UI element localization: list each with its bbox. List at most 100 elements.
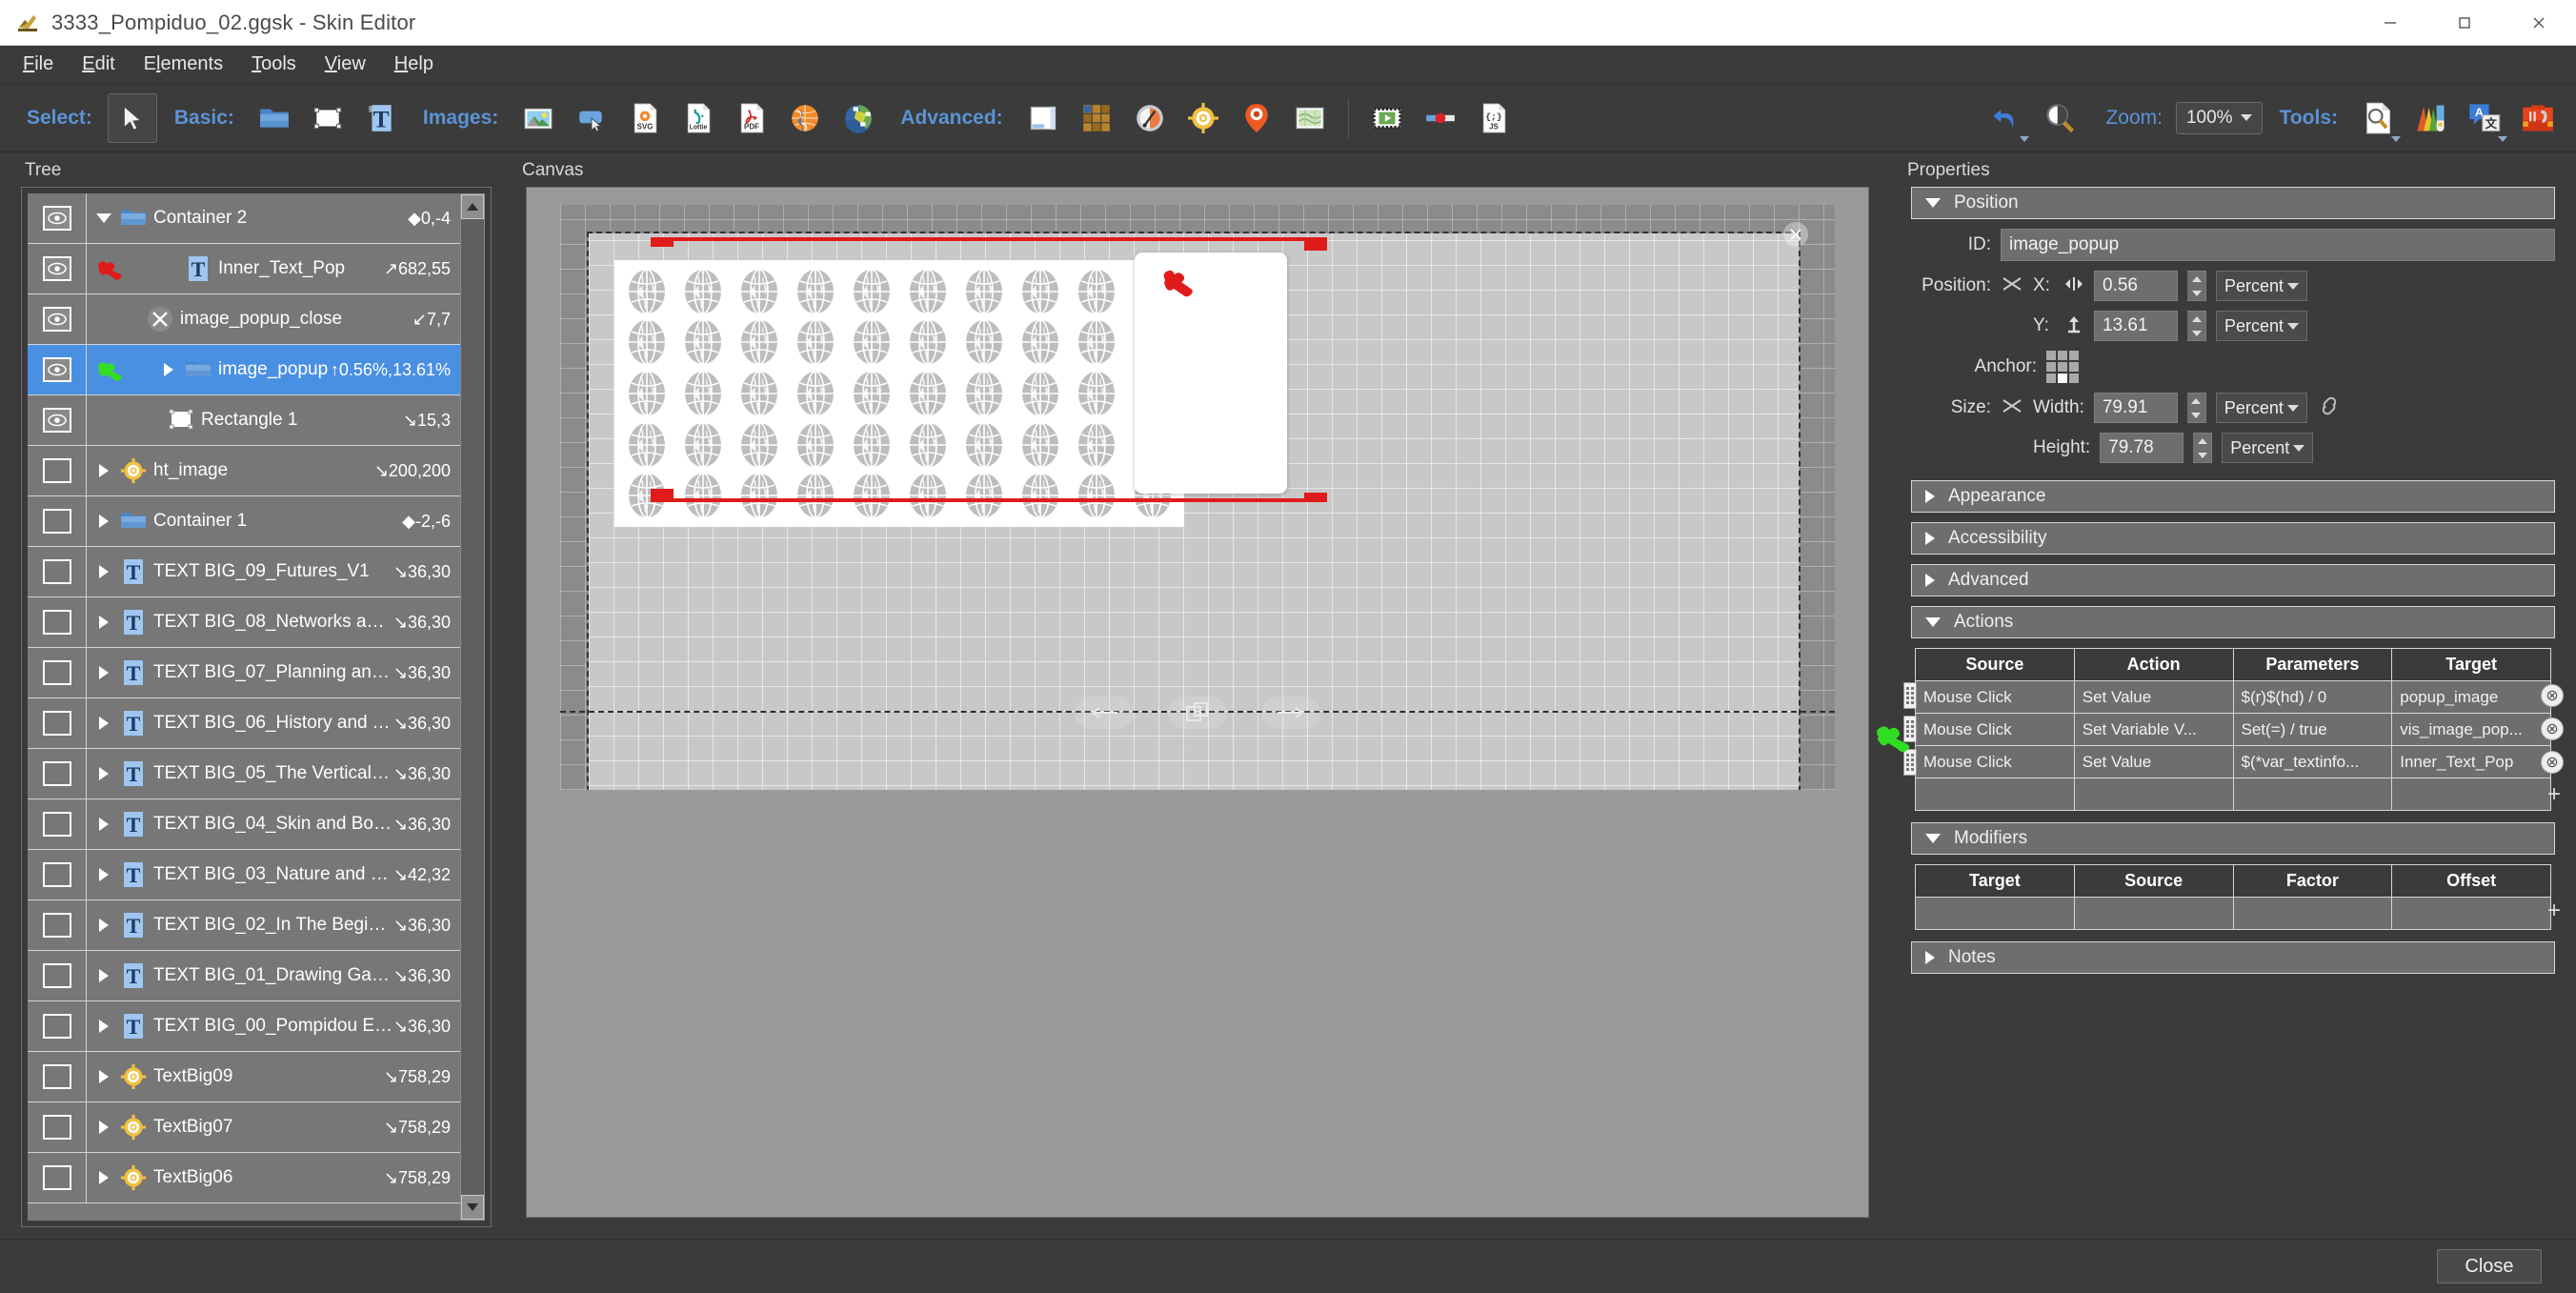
table-cell[interactable]: Mouse Click	[1915, 745, 2075, 778]
globe-icon[interactable]	[787, 266, 843, 317]
globe-icon[interactable]	[618, 419, 674, 471]
globe-icon[interactable]	[843, 266, 899, 317]
minimize-icon[interactable]	[2353, 0, 2427, 46]
position-link-icon[interactable]	[2001, 274, 2023, 298]
visibility-toggle-on[interactable]	[28, 345, 87, 394]
actions-table[interactable]: Source Action Parameters Target Mouse Click…	[1915, 648, 2551, 811]
tree-row[interactable]: T TEXT BIG_01_Drawing Gallery_...↘36,30	[28, 951, 460, 1001]
table-cell-empty[interactable]	[2232, 778, 2393, 811]
tree-row-content[interactable]: ht_image	[87, 456, 374, 485]
width-stepper[interactable]	[2186, 393, 2206, 423]
tree-row-content[interactable]: Container 2	[87, 204, 408, 232]
canvas-grid[interactable]	[560, 205, 1835, 790]
globe-icon[interactable]	[899, 266, 956, 317]
y-unit-select[interactable]: Percent	[2216, 311, 2307, 341]
image-icon[interactable]	[513, 93, 563, 143]
magnifier-preview-icon[interactable]	[2035, 93, 2084, 143]
popup-close-icon[interactable]	[1783, 222, 1808, 247]
map-thumbnail-icon[interactable]	[1285, 93, 1335, 143]
visibility-toggle-off[interactable]	[28, 648, 87, 697]
tree-row-content[interactable]: T TEXT BIG_05_The Vertical City_V4	[87, 759, 393, 788]
table-cell[interactable]: Set Variable V...	[2073, 713, 2234, 746]
menu-elements[interactable]: Elements	[131, 50, 236, 79]
close-button[interactable]: Close	[2437, 1249, 2542, 1283]
chevron-down-icon[interactable]	[94, 213, 113, 223]
tree-row[interactable]: TextBig09 ↘758,29	[28, 1052, 460, 1102]
globe-thumbnail-grid[interactable]	[614, 260, 1184, 527]
tree-row-content[interactable]: T TEXT BIG_02_In The Beginning_...	[87, 911, 393, 939]
globe-icon[interactable]	[1012, 368, 1068, 419]
table-row[interactable]: Mouse Click Set Value $(r)$(hd) / 0 popup_i…	[1915, 680, 2551, 714]
menu-edit[interactable]: Edit	[69, 50, 128, 79]
table-row-empty[interactable]	[1915, 778, 2551, 811]
chevron-right-icon[interactable]	[94, 565, 113, 578]
grid-tiles-icon[interactable]	[1072, 93, 1121, 143]
table-cell[interactable]: $(*var_textinfo...	[2232, 745, 2393, 778]
inspect-file-icon[interactable]	[2353, 93, 2403, 143]
table-cell-empty[interactable]	[1915, 778, 2075, 811]
tree-row[interactable]: Container 2 ◆0,-4	[28, 193, 460, 244]
globe-icon[interactable]	[1068, 266, 1124, 317]
table-cell[interactable]: popup_image	[2391, 680, 2551, 714]
table-cell[interactable]: vis_image_pop...	[2391, 713, 2551, 746]
chevron-right-icon[interactable]	[94, 616, 113, 629]
globe-icon[interactable]	[843, 470, 899, 521]
visibility-toggle-on[interactable]	[28, 193, 87, 243]
visibility-toggle-on[interactable]	[28, 294, 87, 344]
chevron-right-icon[interactable]	[94, 1171, 113, 1184]
globe-icon[interactable]	[731, 470, 787, 521]
chevron-right-icon[interactable]	[94, 717, 113, 730]
visibility-toggle-off[interactable]	[28, 1102, 87, 1152]
chevron-down-icon[interactable]	[2020, 135, 2030, 142]
id-field[interactable]: image_popup	[2001, 229, 2555, 261]
map-pin-icon[interactable]	[1232, 93, 1281, 143]
x-input[interactable]: 0.56	[2094, 271, 2178, 301]
tree-row-content[interactable]: image_popup_close	[87, 305, 413, 333]
globe-icon[interactable]	[1012, 419, 1068, 471]
globe-icon[interactable]	[787, 368, 843, 419]
visibility-toggle-off[interactable]	[28, 1001, 87, 1051]
tree-row[interactable]: ht_image ↘200,200	[28, 446, 460, 496]
js-file-icon[interactable]: {;} JS	[1469, 93, 1519, 143]
slider-icon[interactable]	[1416, 93, 1465, 143]
tree-row[interactable]: T TEXT BIG_04_Skin and Bones_V3↘36,30	[28, 799, 460, 850]
visibility-toggle-off[interactable]	[28, 597, 87, 647]
nav-next-button[interactable]	[1261, 697, 1320, 729]
table-cell[interactable]: Mouse Click	[1915, 713, 2075, 746]
scroll-down-button[interactable]	[461, 1195, 484, 1220]
panel-icon[interactable]	[1018, 93, 1068, 143]
section-appearance[interactable]: Appearance	[1911, 480, 2555, 513]
modifiers-table[interactable]: Target Source Factor Offset	[1915, 864, 2551, 930]
globe-icon[interactable]	[780, 93, 830, 143]
globe-icon[interactable]	[787, 317, 843, 369]
chevron-right-icon[interactable]	[94, 767, 113, 780]
color-palette-icon[interactable]	[2406, 93, 2456, 143]
width-unit-select[interactable]: Percent	[2215, 393, 2307, 423]
menu-view[interactable]: View	[312, 50, 379, 79]
row-drag-handle[interactable]	[1903, 682, 1917, 709]
tree-row[interactable]: image_popup_close ↙7,7	[28, 294, 460, 345]
tree-row-content[interactable]: Container 1	[87, 507, 402, 535]
tree-scrollbar[interactable]	[460, 193, 485, 1221]
cursor-arrow-icon[interactable]	[107, 92, 157, 143]
section-notes[interactable]: Notes	[1911, 941, 2555, 974]
globe-icon[interactable]	[956, 317, 1012, 369]
overlap-squares-icon[interactable]	[1168, 697, 1227, 729]
chevron-right-icon[interactable]	[159, 363, 178, 376]
globe-icon[interactable]	[956, 368, 1012, 419]
section-accessibility[interactable]: Accessibility	[1911, 522, 2555, 555]
table-cell-empty[interactable]	[2391, 778, 2551, 811]
globe-icon[interactable]	[731, 419, 787, 471]
globe-icon[interactable]	[1012, 470, 1068, 521]
globe-icon[interactable]	[674, 419, 731, 471]
tree-row[interactable]: T Inner_Text_Pop ↗682,55	[28, 244, 460, 294]
visibility-toggle-off[interactable]	[28, 900, 87, 950]
section-modifiers[interactable]: Modifiers	[1911, 822, 2555, 855]
scroll-up-button[interactable]	[461, 194, 484, 219]
tree-row-content[interactable]: T TEXT BIG_08_Networks and Mo...	[87, 608, 393, 636]
toolbox-icon[interactable]	[2513, 93, 2563, 143]
table-cell[interactable]: Mouse Click	[1915, 680, 2075, 714]
table-row[interactable]: Mouse Click Set Variable V... Set(=) / tru…	[1915, 713, 2551, 746]
delete-row-button[interactable]: ⊗	[2541, 751, 2564, 774]
folder-icon[interactable]	[250, 93, 299, 143]
